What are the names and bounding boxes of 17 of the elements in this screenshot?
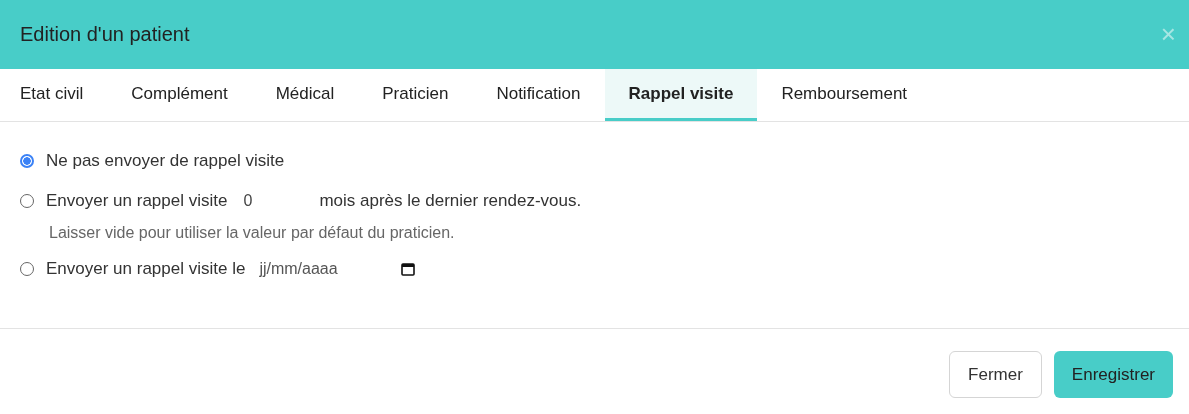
tab[interactable]: Médical [251, 69, 359, 121]
tab[interactable]: Complément [107, 69, 252, 121]
radio-button[interactable] [20, 154, 34, 168]
tab[interactable]: Notification [472, 69, 605, 121]
option-label: Envoyer un rappel visite le [46, 259, 246, 279]
calendar-icon[interactable] [401, 262, 416, 276]
tab[interactable]: Rappel visite [604, 69, 758, 121]
save-button[interactable]: Enregistrer [1053, 351, 1173, 398]
close-dialog-button[interactable]: Fermer [949, 351, 1042, 398]
hint-text: Laisser vide pour utiliser la valeur par défaut du praticien. [49, 224, 456, 242]
option-label: mois après le dernier rendez-vous. [319, 191, 582, 211]
option-label: Envoyer un rappel visite [46, 191, 228, 211]
tab[interactable]: Praticien [358, 69, 473, 121]
window-title: Edition d'un patient [20, 23, 190, 46]
tab[interactable]: Etat civil [0, 69, 108, 121]
tab[interactable]: Remboursement [757, 69, 932, 121]
option-label: Ne pas envoyer de rappel visite [46, 151, 285, 171]
